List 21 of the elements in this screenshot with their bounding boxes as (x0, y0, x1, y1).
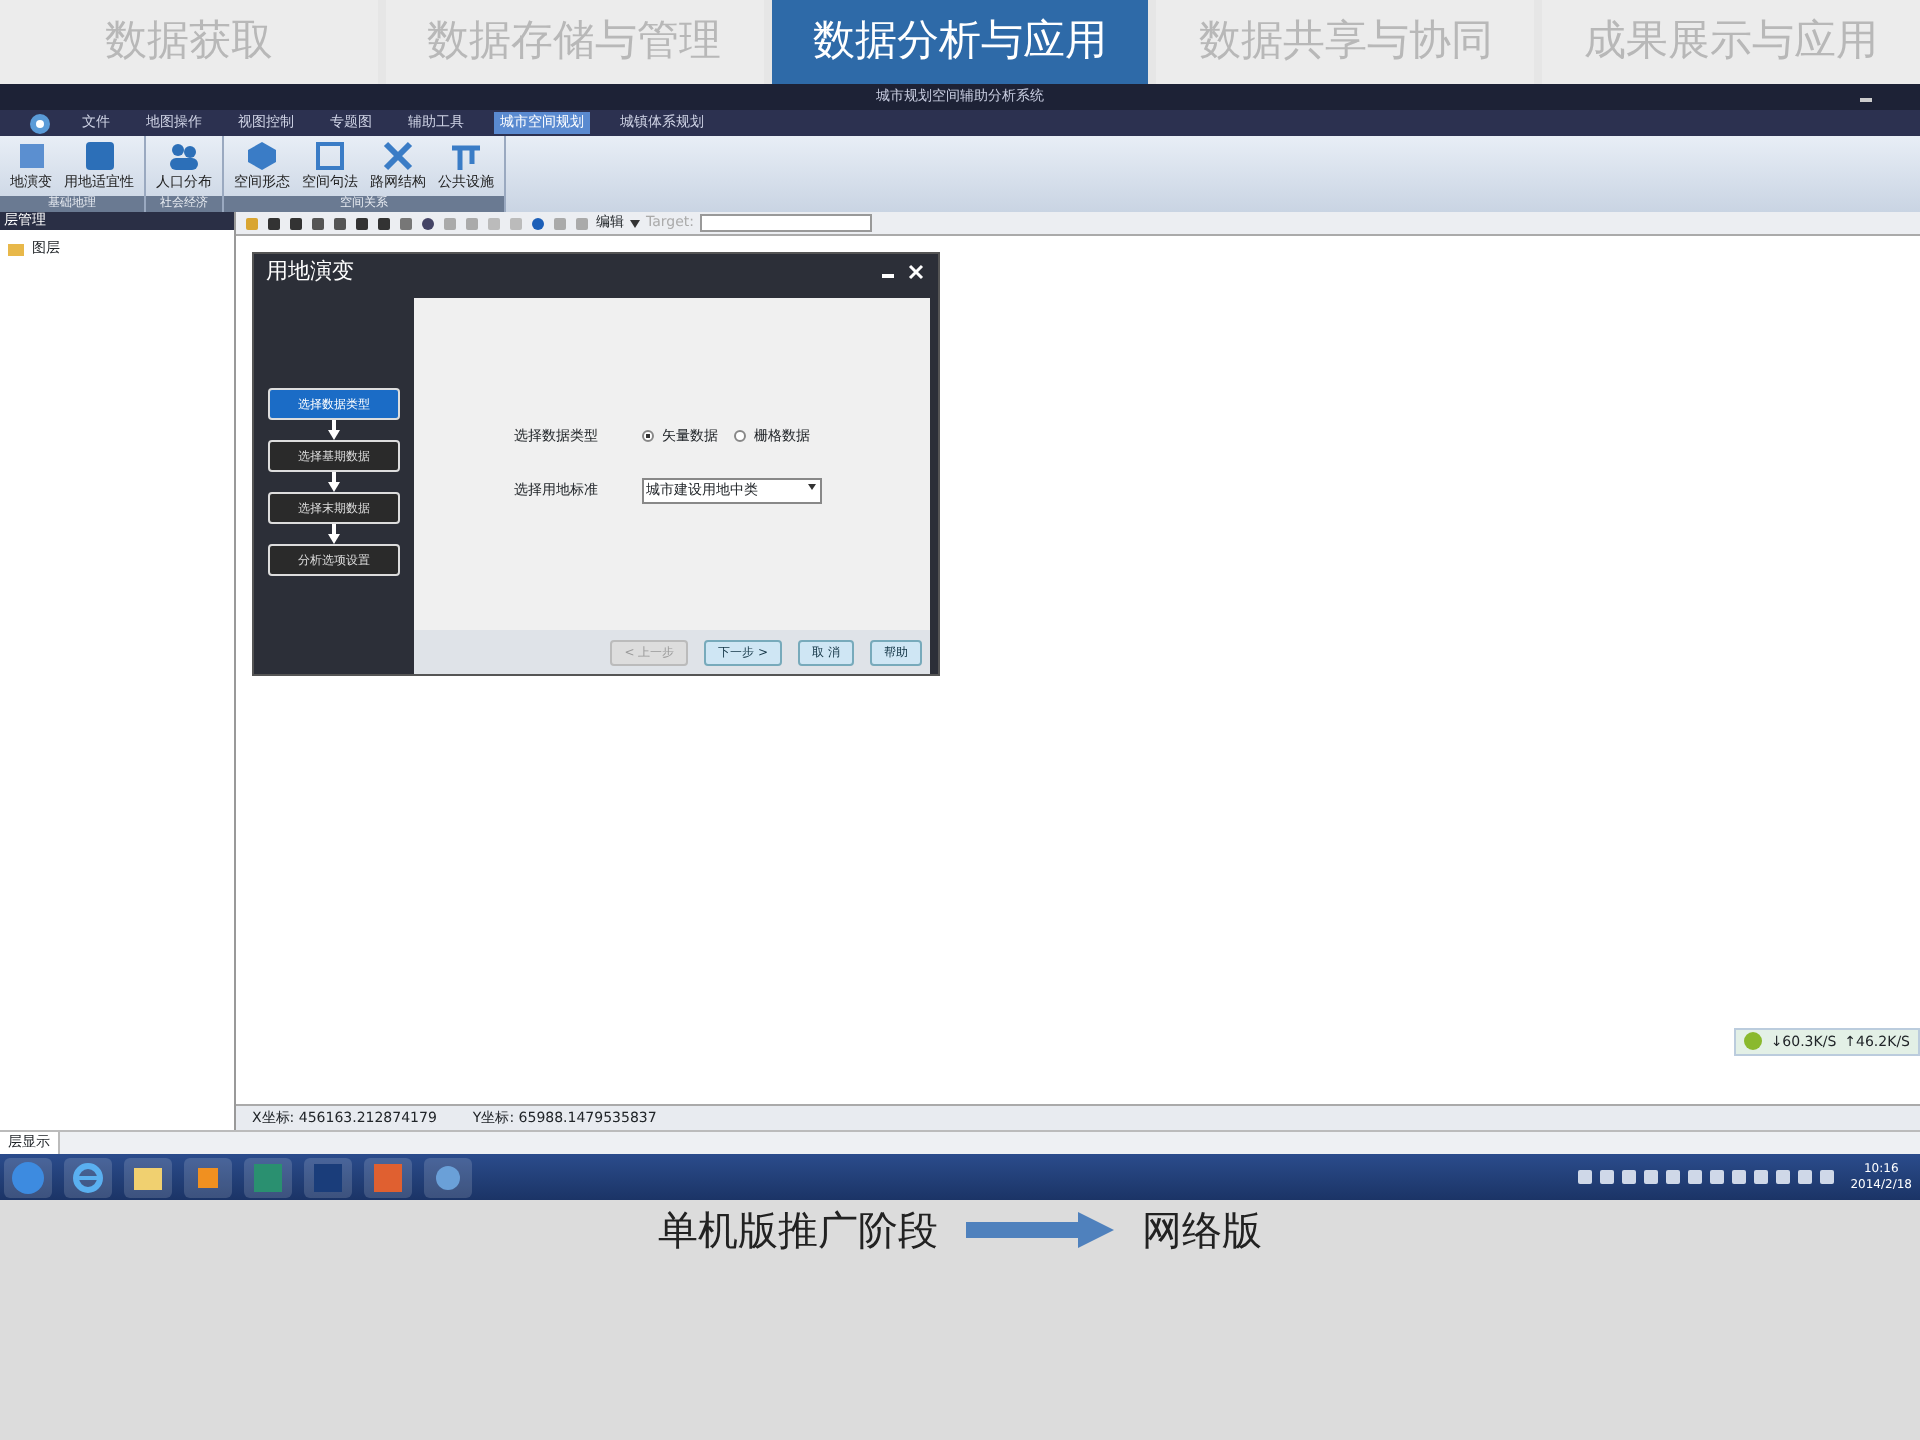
square-icon (83, 140, 115, 172)
frame-icon (314, 140, 346, 172)
caption-text: 单机版推广阶段 (658, 1204, 938, 1258)
people-icon (168, 140, 200, 172)
cross-icon (382, 140, 414, 172)
start-orb-icon[interactable] (10, 1159, 46, 1195)
hexagon-icon (246, 140, 278, 172)
browser-icon[interactable] (70, 1159, 106, 1195)
down-arrow-icon (328, 420, 340, 440)
caret-icon (806, 480, 818, 492)
caption-text: 网络版 (1142, 1204, 1262, 1258)
bench-icon (450, 140, 482, 172)
down-arrow-icon (328, 472, 340, 492)
app-logo-icon (28, 111, 52, 135)
down-arrow-icon (328, 524, 340, 544)
dialog-title: 用地演变 (266, 255, 354, 288)
close-icon[interactable] (906, 264, 926, 280)
target-dropdown[interactable] (700, 214, 873, 232)
minimize-icon[interactable] (1860, 93, 1872, 101)
caret-icon[interactable] (630, 219, 640, 227)
slide-tab[interactable]: 数据分析与应用 (771, 0, 1149, 84)
